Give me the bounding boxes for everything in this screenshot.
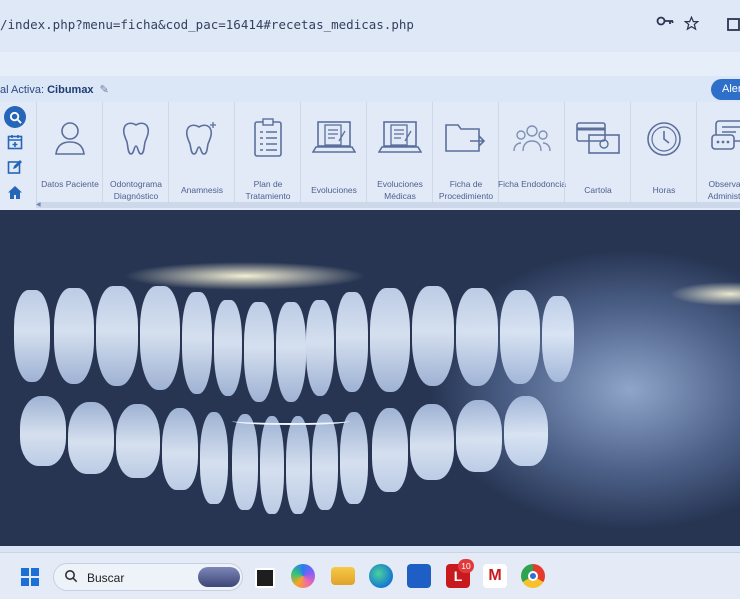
module-label: Plan de Tratamiento xyxy=(245,179,291,201)
branch-bar: al Activa: Cibumax ✎ Alert xyxy=(0,76,740,103)
module-label: Odontograma Diagnóstico xyxy=(110,179,162,201)
module-evoluciones-medicas[interactable]: Evoluciones Médicas xyxy=(366,102,433,204)
edit-icon[interactable] xyxy=(4,156,26,178)
module-evoluciones[interactable]: Evoluciones xyxy=(300,102,367,204)
scroll-left-arrow[interactable]: ◀ xyxy=(36,202,42,208)
mcafee-icon[interactable]: M xyxy=(483,564,507,588)
folder-arrow-icon xyxy=(433,112,499,164)
module-label: Observacio Administrati xyxy=(707,179,740,201)
panoramic-xray-image xyxy=(0,210,740,546)
upper-tooth xyxy=(500,290,540,384)
upper-tooth xyxy=(306,300,334,396)
edge-icon[interactable] xyxy=(369,564,393,588)
module-anamnesis[interactable]: Anamnesis xyxy=(168,102,235,204)
notification-badge: 10 xyxy=(458,559,474,573)
active-branch: al Activa: Cibumax ✎ xyxy=(0,83,109,96)
windows-icon[interactable] xyxy=(21,568,39,586)
module-datos-paciente[interactable]: Datos Paciente xyxy=(36,102,103,204)
upper-tooth xyxy=(14,290,50,382)
lower-tooth xyxy=(162,408,198,490)
module-cartola[interactable]: Cartola xyxy=(564,102,631,204)
calendar-add-icon[interactable] xyxy=(4,131,26,153)
lower-tooth xyxy=(410,404,454,480)
upper-tooth xyxy=(244,302,274,402)
patient-module-menu: Datos Paciente Odontograma Diagnóstico Ana… xyxy=(0,102,740,210)
lower-tooth xyxy=(232,414,258,510)
search-icon[interactable] xyxy=(4,106,26,128)
module-label: Horas xyxy=(652,185,676,195)
edit-branch-icon[interactable]: ✎ xyxy=(100,83,109,96)
user-icon xyxy=(37,112,103,164)
tooth-icon xyxy=(103,112,169,164)
upper-tooth xyxy=(182,292,212,394)
upper-tooth xyxy=(214,300,242,396)
tooth-sparkle-icon xyxy=(169,112,235,164)
lower-tooth xyxy=(260,416,284,514)
key-icon[interactable] xyxy=(656,14,674,33)
lower-tooth xyxy=(340,412,368,504)
left-sidebar xyxy=(4,106,32,206)
search-icon xyxy=(64,569,78,586)
lower-tooth xyxy=(456,400,502,472)
lower-tooth xyxy=(20,396,66,466)
home-icon[interactable] xyxy=(4,181,26,203)
lower-tooth xyxy=(286,416,310,514)
collections-icon[interactable] xyxy=(727,16,740,37)
module-label: Evoluciones Médicas xyxy=(377,179,423,201)
module-label: Ficha Endodoncia xyxy=(497,179,567,189)
module-horas[interactable]: Horas xyxy=(630,102,697,204)
upper-tooth xyxy=(412,286,454,386)
url-text[interactable]: /index.php?menu=ficha&cod_pac=16414#rece… xyxy=(0,17,414,32)
module-plan-tratamiento[interactable]: Plan de Tratamiento xyxy=(234,102,301,204)
upper-tooth xyxy=(456,288,498,386)
retainer-wire xyxy=(232,417,350,425)
upper-tooth xyxy=(96,286,138,386)
upper-tooth xyxy=(54,288,94,384)
chrome-icon[interactable] xyxy=(521,564,545,588)
lower-tooth xyxy=(200,412,228,504)
module-label: Evoluciones xyxy=(311,185,357,195)
upper-tooth xyxy=(276,302,306,402)
branch-label: al Activa: xyxy=(0,84,45,96)
file-explorer-icon[interactable] xyxy=(331,567,355,585)
clipboard-icon xyxy=(235,112,301,164)
lower-tooth xyxy=(116,404,160,478)
taskbar: Buscar L 10 M xyxy=(0,552,740,599)
upper-tooth xyxy=(140,286,180,390)
search-placeholder: Buscar xyxy=(87,571,125,585)
lower-tooth xyxy=(312,414,338,510)
lower-tooth xyxy=(372,408,408,492)
module-label: Ficha de Procedimiento xyxy=(438,179,494,201)
lower-tooth xyxy=(68,402,114,474)
module-observaciones[interactable]: Observacio Administrati xyxy=(696,102,740,204)
upper-tooth xyxy=(542,296,574,382)
alert-button[interactable]: Alert xyxy=(711,79,740,100)
module-menu-scrollbar[interactable]: ◀ xyxy=(36,202,740,208)
laptop-document-icon xyxy=(301,112,367,164)
taskbar-search[interactable]: Buscar xyxy=(53,563,243,591)
module-ficha-procedimiento[interactable]: Ficha de Procedimiento xyxy=(432,102,499,204)
group-icon xyxy=(499,112,565,164)
upper-tooth xyxy=(370,288,410,392)
upper-tooth xyxy=(336,292,368,392)
branch-value: Cibumax xyxy=(47,84,94,96)
browser-address-bar[interactable]: /index.php?menu=ficha&cod_pac=16414#rece… xyxy=(0,0,740,52)
module-label: Anamnesis xyxy=(180,185,224,195)
money-cards-icon xyxy=(565,112,631,164)
module-ficha-endodoncia[interactable]: Ficha Endodoncia xyxy=(497,102,567,204)
laptop-document-2-icon xyxy=(367,112,433,164)
store-icon[interactable] xyxy=(407,564,431,588)
copilot-icon[interactable] xyxy=(291,564,315,588)
search-highlight-image xyxy=(198,567,240,587)
notes-icon[interactable] xyxy=(255,568,275,588)
lower-tooth xyxy=(504,396,548,466)
clock-icon xyxy=(631,112,697,164)
module-label: Datos Paciente xyxy=(41,179,99,189)
star-icon[interactable] xyxy=(683,15,700,36)
module-label: Cartola xyxy=(584,185,612,195)
page-top-gap xyxy=(0,52,740,76)
module-odontograma[interactable]: Odontograma Diagnóstico xyxy=(102,102,169,204)
chat-icon xyxy=(697,112,740,164)
